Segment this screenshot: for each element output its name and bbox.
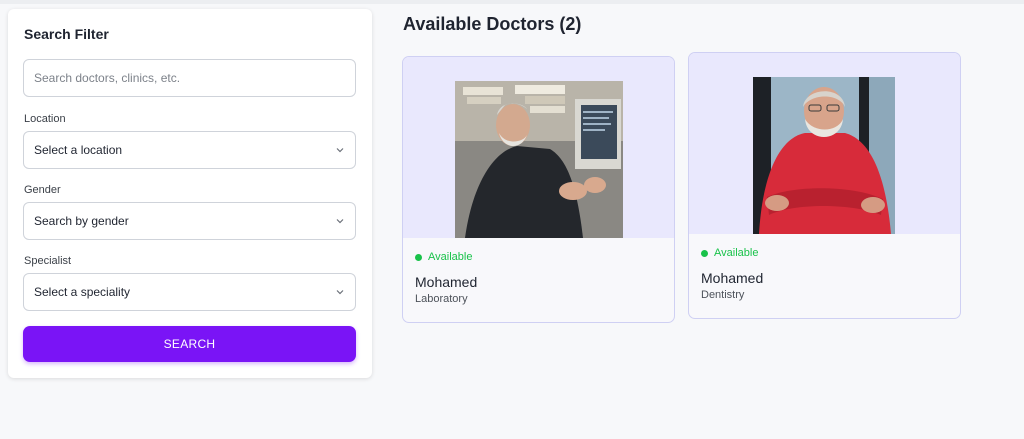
gender-select[interactable]: Search by gender <box>23 202 356 240</box>
location-select[interactable]: Select a location <box>23 131 356 169</box>
specialist-label: Specialist <box>24 255 72 267</box>
doctor-photo <box>455 81 623 238</box>
specialist-select-value: Select a speciality <box>34 285 131 299</box>
availability-status: Available <box>415 251 472 263</box>
doctor-specialty: Dentistry <box>701 289 745 301</box>
availability-status: Available <box>701 247 758 259</box>
chevron-down-icon <box>336 219 344 224</box>
doctor-specialty: Laboratory <box>415 293 468 305</box>
available-dot-icon <box>415 253 422 261</box>
doctor-card[interactable]: Available Mohamed Laboratory <box>402 56 675 323</box>
search-input[interactable] <box>23 59 356 97</box>
chevron-down-icon <box>336 290 344 295</box>
doctor-photo-area <box>689 53 960 234</box>
chevron-down-icon <box>336 148 344 153</box>
doctor-photo-area <box>403 57 674 238</box>
results-title: Available Doctors (2) <box>403 14 582 34</box>
location-label: Location <box>24 113 66 125</box>
location-select-value: Select a location <box>34 143 123 157</box>
doctor-card[interactable]: Available Mohamed Dentistry <box>688 52 961 319</box>
top-divider <box>0 0 1024 4</box>
gender-select-value: Search by gender <box>34 214 129 228</box>
availability-text: Available <box>428 251 473 263</box>
doctor-name: Mohamed <box>701 270 764 286</box>
search-filter-panel: Search Filter Location Select a location… <box>8 9 372 378</box>
available-dot-icon <box>701 249 708 257</box>
availability-text: Available <box>714 247 759 259</box>
gender-label: Gender <box>24 184 61 196</box>
doctor-name: Mohamed <box>415 274 478 290</box>
doctor-photo <box>753 77 895 234</box>
search-button[interactable]: SEARCH <box>23 326 356 362</box>
filter-title: Search Filter <box>24 26 109 42</box>
specialist-select[interactable]: Select a speciality <box>23 273 356 311</box>
